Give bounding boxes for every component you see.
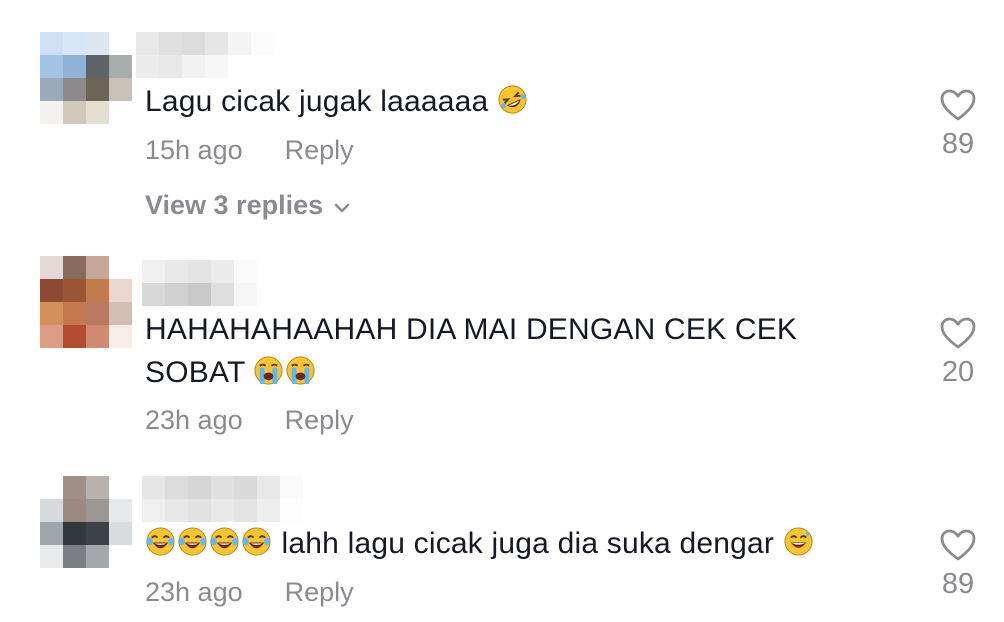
username-pixel	[234, 476, 257, 499]
avatar-pixel	[40, 522, 63, 545]
avatar[interactable]	[40, 476, 132, 568]
reply-button[interactable]: Reply	[285, 577, 354, 608]
avatar-pixel	[63, 476, 86, 499]
avatar-pixel	[109, 522, 132, 545]
username-censored[interactable]	[142, 476, 328, 522]
username-pixel	[165, 476, 188, 499]
username-pixel	[303, 499, 326, 522]
comment-meta: 23h ago Reply	[145, 577, 354, 608]
comment-item: lahh lagu cicak juga dia suka dengar 23h…	[0, 0, 1004, 622]
username-pixel	[234, 499, 257, 522]
avatar-pixel	[86, 522, 109, 545]
face-with-tears-of-joy-icon	[209, 526, 240, 557]
avatar-pixel	[40, 476, 63, 499]
username-pixel	[280, 499, 303, 522]
face-with-tears-of-joy-icon	[241, 526, 272, 557]
comment-text-content: lahh lagu cicak juga dia suka dengar	[281, 527, 775, 560]
username-pixel	[303, 476, 326, 499]
username-pixel	[280, 476, 303, 499]
username-pixel	[165, 499, 188, 522]
avatar-pixel	[63, 499, 86, 522]
grinning-with-sweat-icon	[783, 526, 814, 557]
avatar-pixel	[109, 499, 132, 522]
username-pixel	[142, 476, 165, 499]
heart-icon[interactable]	[939, 528, 977, 562]
username-pixel	[211, 476, 234, 499]
avatar-pixel	[63, 545, 86, 568]
avatar-pixel	[86, 499, 109, 522]
avatar-pixel	[40, 499, 63, 522]
username-pixel	[188, 499, 211, 522]
avatar-pixel	[109, 476, 132, 499]
avatar-pixel	[40, 545, 63, 568]
face-with-tears-of-joy-icon	[177, 526, 208, 557]
avatar-pixel	[109, 545, 132, 568]
username-pixel	[257, 476, 280, 499]
like-group: 89	[928, 528, 988, 601]
avatar-pixel	[63, 522, 86, 545]
comment-timestamp: 23h ago	[145, 577, 243, 607]
username-pixel	[142, 499, 165, 522]
comment-text: lahh lagu cicak juga dia suka dengar	[145, 522, 865, 565]
like-count: 89	[941, 568, 975, 600]
username-pixel	[211, 499, 234, 522]
face-with-tears-of-joy-icon	[145, 526, 176, 557]
avatar-pixel	[86, 476, 109, 499]
avatar-pixel	[86, 545, 109, 568]
username-pixel	[257, 499, 280, 522]
username-pixel	[188, 476, 211, 499]
